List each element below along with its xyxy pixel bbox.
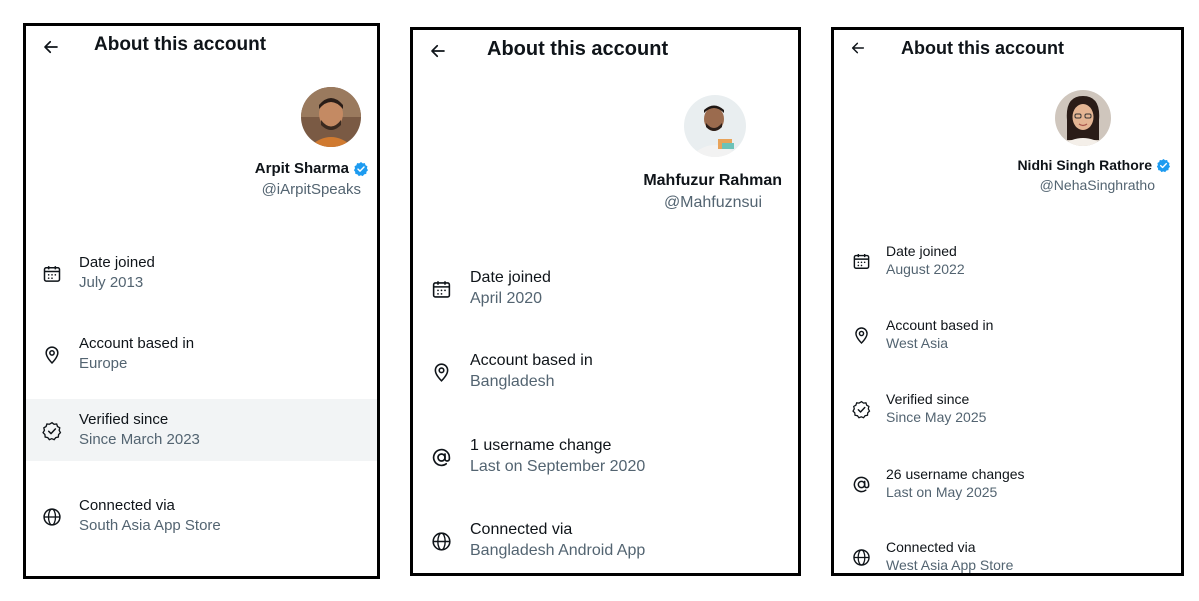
item-label: Date joined xyxy=(470,269,551,286)
calendar-icon xyxy=(43,266,61,282)
back-arrow-icon[interactable] xyxy=(42,38,60,56)
calendar-icon xyxy=(432,281,451,298)
info-item-date-joined: Date joined August 2022 xyxy=(834,235,1181,291)
item-value: Since March 2023 xyxy=(79,431,200,448)
profile-block: Mahfuzur Rahman @Mahfuznsui xyxy=(643,95,782,212)
info-item-account-based-in: Account based in West Asia xyxy=(834,309,1181,365)
panel-header: About this account xyxy=(413,30,798,70)
item-value: Europe xyxy=(79,355,128,372)
display-name: Nidhi Singh Rathore xyxy=(1017,157,1152,173)
item-label: Account based in xyxy=(886,317,994,333)
globe-icon xyxy=(853,549,870,566)
panel-header: About this account xyxy=(26,26,377,66)
display-name: Arpit Sharma xyxy=(254,160,349,177)
location-pin-icon xyxy=(45,346,59,364)
page-title: About this account xyxy=(94,34,267,55)
globe-icon xyxy=(432,532,451,551)
info-item-verified-since[interactable]: Verified since Since March 2023 xyxy=(26,399,377,461)
item-value: August 2022 xyxy=(886,261,965,277)
verified-check-icon xyxy=(852,400,871,419)
info-item-connected-via: Connected via Bangladesh Android App xyxy=(413,507,798,573)
location-pin-icon xyxy=(855,327,868,345)
item-value: Last on September 2020 xyxy=(470,458,646,475)
item-label: Connected via xyxy=(79,497,175,514)
item-label: Date joined xyxy=(886,243,957,259)
avatar[interactable] xyxy=(1055,90,1111,146)
calendar-icon xyxy=(853,253,870,269)
avatar[interactable] xyxy=(301,87,361,147)
display-name-row: Arpit Sharma xyxy=(255,160,369,177)
info-item-account-based-in: Account based in Bangladesh xyxy=(413,338,798,408)
item-value: July 2013 xyxy=(79,274,144,291)
item-label: 1 username change xyxy=(470,437,612,454)
info-item-username-changes: 1 username change Last on September 2020 xyxy=(413,423,798,493)
avatar[interactable] xyxy=(684,95,746,157)
verified-badge-icon xyxy=(353,161,368,176)
item-label: 26 username changes xyxy=(886,466,1025,482)
info-item-date-joined: Date joined July 2013 xyxy=(26,242,377,304)
item-label: Connected via xyxy=(886,539,976,555)
item-value: Since May 2025 xyxy=(886,409,987,425)
location-pin-icon xyxy=(434,363,449,382)
account-handle: @Mahfuznsui xyxy=(663,194,762,211)
item-value: West Asia xyxy=(886,335,948,351)
display-name: Mahfuzur Rahman xyxy=(643,172,782,189)
about-account-panel-3: About this account Nidhi Singh Rathore @… xyxy=(831,27,1184,576)
item-label: Account based in xyxy=(470,352,593,369)
item-value: West Asia App Store xyxy=(886,557,1014,573)
item-label: Verified since xyxy=(79,411,169,428)
page-title: About this account xyxy=(487,38,669,60)
page-title: About this account xyxy=(901,38,1064,58)
info-item-date-joined: Date joined April 2020 xyxy=(413,255,798,325)
profile-block: Arpit Sharma @iArpitSpeaks xyxy=(255,87,368,198)
at-sign-icon xyxy=(432,448,451,467)
item-value: Last on May 2025 xyxy=(886,484,998,500)
item-value: South Asia App Store xyxy=(79,517,221,534)
item-label: Date joined xyxy=(79,254,155,271)
globe-icon xyxy=(43,508,61,526)
verified-check-icon xyxy=(42,421,62,441)
back-arrow-icon[interactable] xyxy=(850,40,866,56)
item-value: Bangladesh xyxy=(470,373,555,390)
info-item-connected-via: Connected via West Asia App Store xyxy=(834,531,1181,573)
item-label: Verified since xyxy=(886,391,970,407)
info-item-verified-since: Verified since Since May 2025 xyxy=(834,383,1181,439)
info-item-account-based-in: Account based in Europe xyxy=(26,323,377,385)
about-account-panel-2: About this account Mahfuzur Rahman @Mahf… xyxy=(410,27,801,576)
at-sign-icon xyxy=(853,476,870,493)
item-label: Account based in xyxy=(79,335,195,352)
info-item-username-changes: 26 username changes Last on May 2025 xyxy=(834,458,1181,514)
account-handle: @iArpitSpeaks xyxy=(261,181,361,198)
item-value: Bangladesh Android App xyxy=(470,542,646,559)
profile-block: Nidhi Singh Rathore @NehaSinghratho xyxy=(1017,90,1171,193)
verified-badge-icon xyxy=(1156,158,1171,172)
item-label: Connected via xyxy=(470,521,573,538)
display-name-row: Mahfuzur Rahman xyxy=(643,172,782,190)
item-value: April 2020 xyxy=(470,290,543,307)
info-item-connected-via: Connected via South Asia App Store xyxy=(26,485,377,547)
about-account-panel-1: About this account Arpit Sharma @iArpitS… xyxy=(23,23,380,579)
display-name-row: Nidhi Singh Rathore xyxy=(1017,157,1171,173)
panel-header: About this account xyxy=(834,30,1181,70)
back-arrow-icon[interactable] xyxy=(429,42,447,60)
account-handle: @NehaSinghratho xyxy=(1039,177,1155,193)
